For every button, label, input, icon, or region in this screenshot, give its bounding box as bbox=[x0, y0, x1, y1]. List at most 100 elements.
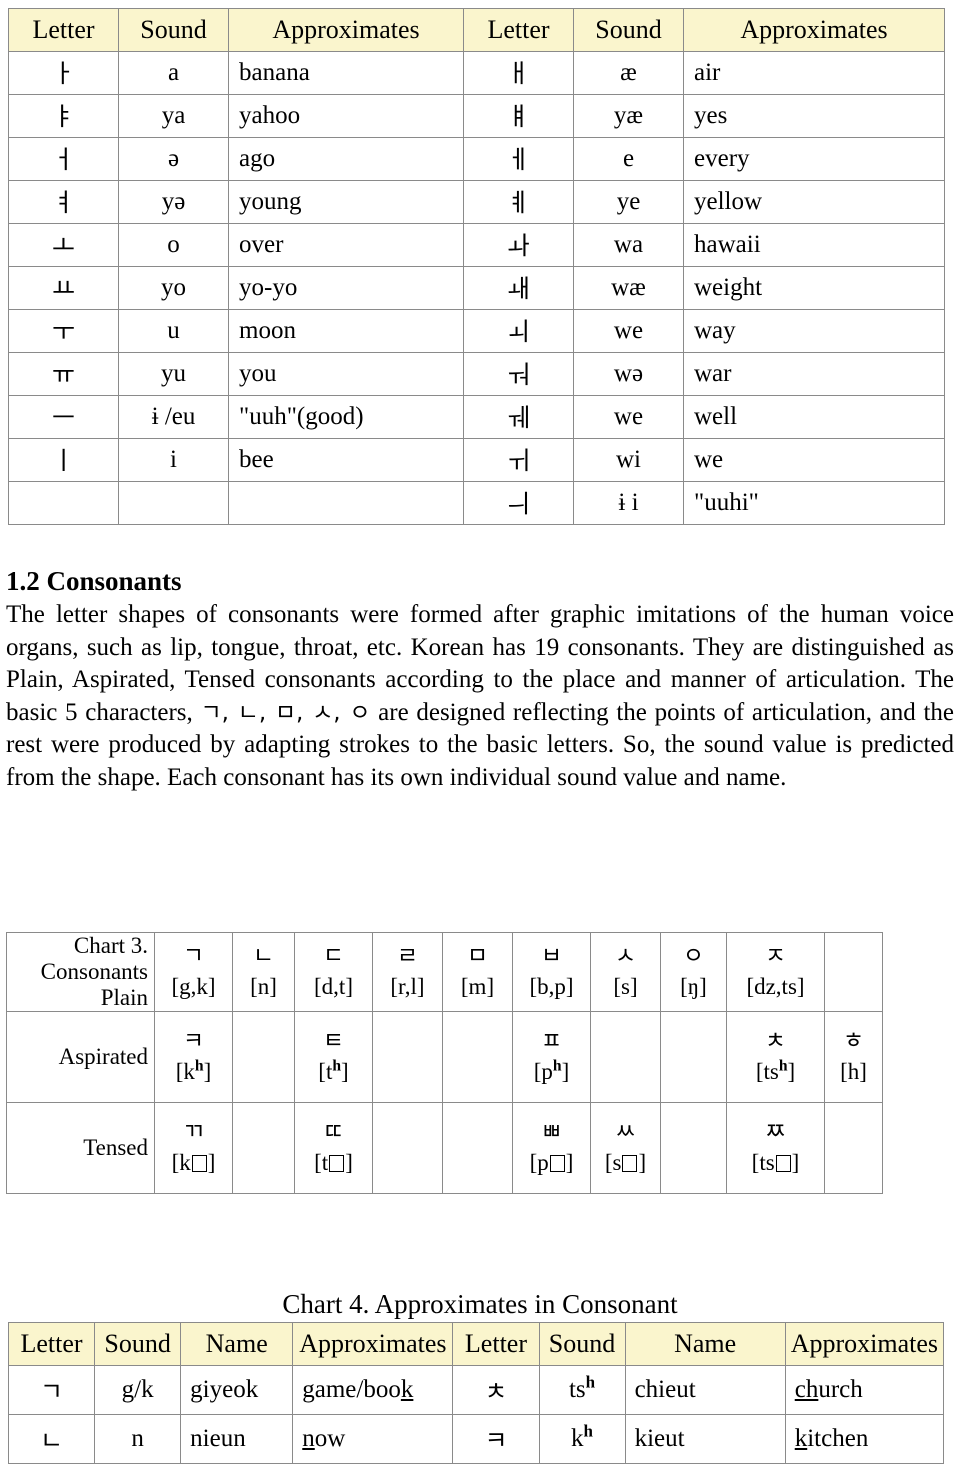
vowel-letter-left: ㅡ bbox=[8, 395, 119, 439]
vowel-letter-left: ㅠ bbox=[8, 352, 119, 396]
consonant-ipa: [r,l] bbox=[390, 973, 425, 999]
consonant-chart-table: Chart 3. Consonants Plain ㄱ [g,k] ㄴ [n] ㄷ [d,t… bbox=[6, 932, 883, 1194]
vowel-letter-right: ㅚ bbox=[463, 309, 574, 353]
vowel-letter-right: ㅘ bbox=[463, 223, 574, 267]
consonant-glyph: ㅃ bbox=[540, 1119, 563, 1146]
consonant-cell bbox=[824, 932, 883, 1012]
vowel-table-row: ㅏ a banana ㅐ æ air bbox=[8, 51, 945, 95]
vowel-approximates-left: you bbox=[228, 352, 464, 396]
consonant-glyph: ㅅ bbox=[614, 943, 637, 970]
consonant-glyph: ㄴ bbox=[252, 943, 275, 970]
consonant-glyph: ㄲ bbox=[182, 1119, 205, 1146]
vowel-letter-left: ㅗ bbox=[8, 223, 119, 267]
vowel-sound-right: we bbox=[573, 395, 684, 439]
consonant-cell bbox=[232, 1102, 295, 1194]
vowel-sound-right: wi bbox=[573, 438, 684, 482]
vowel-table-row: ㅓ ə ago ㅔ e every bbox=[8, 137, 945, 181]
consonant-glyph: ㅇ bbox=[682, 943, 705, 970]
consonant-glyph bbox=[593, 1043, 658, 1071]
consonant-ipa: [h] bbox=[840, 1058, 867, 1084]
vowel-letter-right: ㅔ bbox=[463, 137, 574, 181]
consonant-ipa: [ŋ] bbox=[680, 973, 707, 999]
vowel-table-row: ㅜ u moon ㅚ we way bbox=[8, 309, 945, 353]
consonant-ipa: [g,k] bbox=[171, 973, 216, 999]
approx-header-letter-right: Letter bbox=[452, 1322, 540, 1366]
missing-glyph-box bbox=[622, 1154, 638, 1172]
consonant-ipa: [ph] bbox=[533, 1057, 570, 1084]
consonant-cell: ㅁ [m] bbox=[442, 932, 513, 1012]
consonant-ipa: [t] bbox=[314, 1149, 353, 1175]
vowel-letter-left: ㅑ bbox=[8, 94, 119, 138]
vowel-sound-left: u bbox=[118, 309, 229, 353]
vowel-sound-left: yo bbox=[118, 266, 229, 310]
consonant-ipa: [dz,ts] bbox=[746, 973, 805, 999]
vowel-sound-right: æ bbox=[573, 51, 684, 95]
vowel-sound-left: o bbox=[118, 223, 229, 267]
vowel-approximates-left: over bbox=[228, 223, 464, 267]
vowel-approximates-left: young bbox=[228, 180, 464, 224]
basic-characters: ㄱ, ㄴ, ㅁ, ㅅ, ㅇ bbox=[200, 699, 371, 726]
consonant-row-label: Chart 3. Consonants Plain bbox=[6, 932, 155, 1012]
consonant-glyph bbox=[663, 1043, 724, 1071]
vowel-table-row: ㅛ yo yo-yo ㅙ wæ weight bbox=[8, 266, 945, 310]
approx-table-row: ㄴ n nieun now ㅋ kh kieut kitchen bbox=[7, 1414, 945, 1464]
approx-name-left: nieun bbox=[180, 1414, 294, 1464]
approx-header-name-right: Name bbox=[624, 1322, 786, 1366]
vowel-approximates-right: weight bbox=[683, 266, 945, 310]
vowel-approximates-right: war bbox=[683, 352, 945, 396]
consonant-cell: ㄴ [n] bbox=[232, 932, 295, 1012]
vowel-approximates-left: moon bbox=[228, 309, 464, 353]
consonant-glyph bbox=[445, 1043, 510, 1071]
vowel-table-row: ㅢɨ i "uuhi" bbox=[8, 481, 945, 525]
section-consonants: 1.2 Consonants The letter shapes of cons… bbox=[6, 566, 954, 794]
approx-sound-left: n bbox=[94, 1414, 182, 1464]
approx-sound-right: kh bbox=[538, 1414, 626, 1464]
chart4-caption: Chart 4. Approximates in Consonant bbox=[282, 1289, 678, 1319]
vowel-sound-right: wæ bbox=[573, 266, 684, 310]
vowel-approximates-left: yo-yo bbox=[228, 266, 464, 310]
document-page: Letter Sound Approximates Letter Sound A… bbox=[0, 0, 960, 1466]
approx-sound-left: g/k bbox=[94, 1365, 182, 1415]
consonant-cell: ㄹ [r,l] bbox=[372, 932, 443, 1012]
consonant-ipa: [th] bbox=[318, 1057, 349, 1084]
vowel-sound-right: we bbox=[573, 309, 684, 353]
consonant-ipa: [m] bbox=[460, 973, 495, 999]
approx-underlined-part: n bbox=[302, 1425, 315, 1452]
approx-header-approximates-right: Approximates bbox=[784, 1322, 945, 1366]
approx-header-name-left: Name bbox=[180, 1322, 294, 1366]
vowel-table-row: ㅕ yə young ㅖ ye yellow bbox=[8, 180, 945, 224]
consonant-cell: ㅍ [ph] bbox=[512, 1011, 591, 1103]
consonant-cell: ㅊ [tsh] bbox=[726, 1011, 825, 1103]
vowel-letter-left: ㅜ bbox=[8, 309, 119, 353]
consonant-cell bbox=[372, 1102, 443, 1194]
vowel-letter-right: ㅢ bbox=[463, 481, 574, 525]
consonant-glyph: ㅈ bbox=[764, 943, 787, 970]
vowel-approximates-right: air bbox=[683, 51, 945, 95]
vowel-letter-left: ㅏ bbox=[8, 51, 119, 95]
consonant-ipa: [s] bbox=[613, 973, 638, 999]
vowel-letter-left bbox=[8, 481, 119, 525]
consonant-cell bbox=[442, 1011, 513, 1103]
consonant-glyph: ㄷ bbox=[322, 943, 345, 970]
vowel-sound-left: yu bbox=[118, 352, 229, 396]
consonant-cell: ㅋ [kh] bbox=[154, 1011, 233, 1103]
consonant-glyph: ㄱ bbox=[182, 943, 205, 970]
consonant-glyph: ㄸ bbox=[322, 1119, 345, 1146]
section-body-text: The letter shapes of consonants were for… bbox=[6, 599, 954, 794]
vowel-sound-right: wa bbox=[573, 223, 684, 267]
approx-approximates-left: game/book bbox=[292, 1365, 454, 1415]
approx-underlined-part: k bbox=[794, 1425, 808, 1452]
missing-glyph-box bbox=[329, 1154, 345, 1172]
consonant-glyph: ㅊ bbox=[764, 1028, 787, 1055]
consonant-glyph: ㄹ bbox=[396, 943, 419, 970]
consonant-cell: ㄷ [d,t] bbox=[294, 932, 373, 1012]
vowel-approximates-left: "uuh"(good) bbox=[228, 395, 464, 439]
consonant-cell: ㄸ [t] bbox=[294, 1102, 373, 1194]
vowel-letter-left: ㅕ bbox=[8, 180, 119, 224]
consonant-table-row: Aspirated ㅋ [kh] ㅌ [th] ㅍ [ph] ㅊ [tsh] ㅎ [h] bbox=[6, 1011, 883, 1103]
vowel-sound-left: a bbox=[118, 51, 229, 95]
vowel-letter-right: ㅒ bbox=[463, 94, 574, 138]
vowel-approximates-left: bee bbox=[228, 438, 464, 482]
consonant-glyph bbox=[375, 1043, 440, 1071]
vowel-letter-right: ㅐ bbox=[463, 51, 574, 95]
